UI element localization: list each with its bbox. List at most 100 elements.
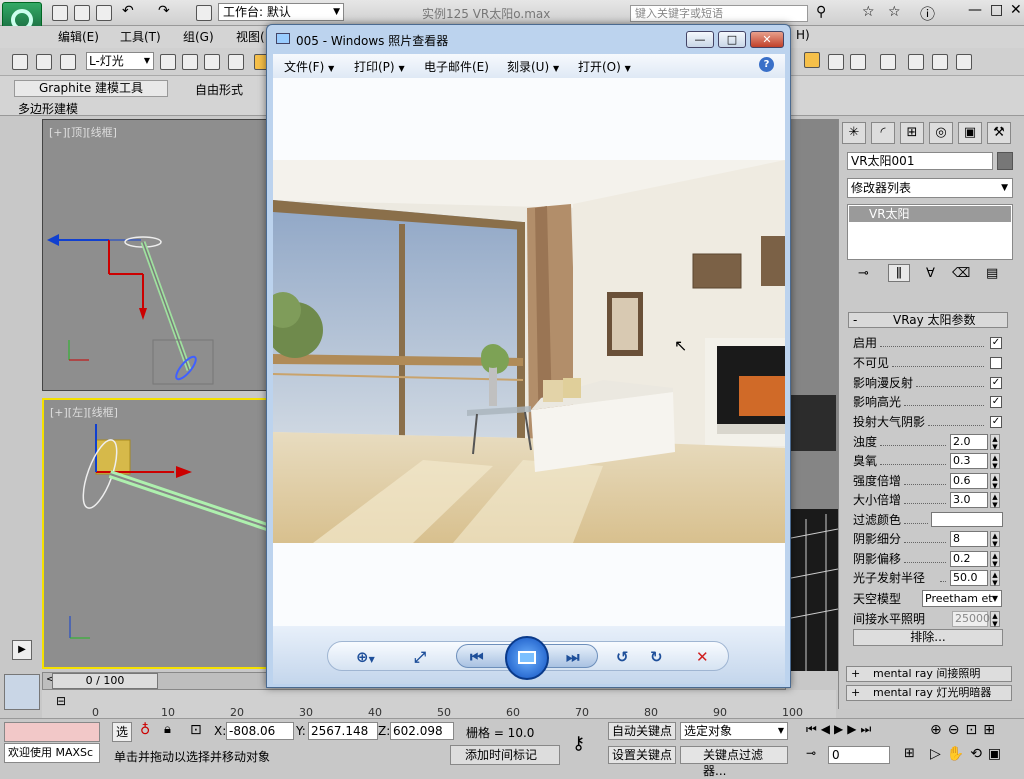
make-unique-icon[interactable]: ∀ bbox=[926, 266, 935, 281]
selection-filter-dropdown[interactable]: L-灯光 ▼ bbox=[86, 52, 154, 70]
polygon-modeling-label[interactable]: 多边形建模 bbox=[18, 100, 78, 117]
actual-size-icon[interactable]: ⤢ bbox=[414, 648, 426, 666]
modifier-stack-item[interactable]: VR太阳 bbox=[849, 206, 1011, 222]
create-tab-icon[interactable]: ✳ bbox=[842, 122, 866, 144]
pv-menu-print[interactable]: 打印(P) ▼ bbox=[354, 58, 405, 75]
menu-tools[interactable]: 工具(T) bbox=[120, 28, 161, 45]
show-end-result-icon[interactable]: ǁ bbox=[888, 264, 910, 282]
maximize-icon[interactable]: □ bbox=[990, 2, 1003, 18]
binoculars-icon[interactable]: ⚲ bbox=[816, 4, 826, 20]
select-object-icon[interactable] bbox=[160, 54, 176, 70]
spinner-arrows-icon[interactable]: ▲ ▼ bbox=[990, 570, 1000, 587]
close-icon[interactable]: ✕ bbox=[1010, 2, 1022, 18]
next-icon[interactable]: ⏭ bbox=[566, 648, 580, 666]
window-crossing-icon[interactable] bbox=[228, 54, 244, 70]
key-mode-icon[interactable]: ⊟ bbox=[56, 694, 66, 708]
maximize-icon[interactable]: □ bbox=[718, 31, 746, 48]
tab-freeform[interactable]: 自由形式 bbox=[195, 81, 243, 98]
viewport-nav-row1[interactable]: ⊕⊖⊡⊞ bbox=[930, 722, 1001, 738]
configure-sets-icon[interactable]: ▤ bbox=[986, 266, 998, 281]
align-icon[interactable] bbox=[850, 54, 866, 70]
time-config-icon[interactable]: ⊞ bbox=[904, 746, 915, 761]
spinner-arrows-icon[interactable]: ▲ ▼ bbox=[990, 434, 1000, 451]
select-by-name-icon[interactable] bbox=[182, 54, 198, 70]
size-mult-spinner[interactable]: 3.0 bbox=[950, 492, 988, 508]
open-file-icon[interactable] bbox=[74, 5, 90, 21]
viewport-top[interactable]: [+][顶][线框] bbox=[42, 119, 272, 391]
shadow-subdivs-spinner[interactable]: 8 bbox=[950, 531, 988, 547]
pin-stack-icon[interactable]: ⊸ bbox=[858, 266, 869, 281]
zoom-icon[interactable]: ⊕▼ bbox=[356, 648, 375, 666]
remove-modifier-icon[interactable]: ⌫ bbox=[952, 266, 970, 281]
redo-icon[interactable]: ↷ bbox=[158, 3, 170, 19]
search-input[interactable]: 键入关键字或短语 bbox=[630, 5, 808, 22]
slideshow-icon[interactable] bbox=[505, 636, 549, 680]
mini-curve-editor-icon[interactable] bbox=[4, 674, 40, 710]
workspace-dropdown[interactable]: 工作台: 默认 ▼ bbox=[218, 3, 344, 21]
hierarchy-tab-icon[interactable]: ⊞ bbox=[900, 122, 924, 144]
time-slider-knob[interactable]: 0 / 100 bbox=[52, 673, 158, 689]
project-folder-icon[interactable] bbox=[196, 5, 212, 21]
playback-controls[interactable]: ⏮◀▶▶⏭ bbox=[806, 722, 875, 737]
viewport-nav-row2[interactable]: ▷✋⟲▣ bbox=[930, 746, 1007, 762]
spinner-arrows-icon[interactable]: ▲ ▼ bbox=[990, 473, 1000, 490]
shadow-bias-spinner[interactable]: 0.2 bbox=[950, 551, 988, 567]
intensity-mult-spinner[interactable]: 0.6 bbox=[950, 473, 988, 489]
unlink-icon[interactable] bbox=[36, 54, 52, 70]
delete-icon[interactable]: ✕ bbox=[696, 648, 709, 666]
photon-radius-spinner[interactable]: 50.0 bbox=[950, 570, 988, 586]
menu-view[interactable]: 视图( bbox=[236, 28, 265, 45]
star-icon[interactable]: ☆ bbox=[888, 4, 901, 20]
render-setup-icon[interactable] bbox=[956, 54, 972, 70]
menu-help[interactable]: H) bbox=[796, 28, 810, 42]
close-icon[interactable]: ✕ bbox=[750, 31, 784, 48]
key-icon[interactable]: ⚷ bbox=[572, 733, 585, 754]
key-mode-toggle-icon[interactable]: ⊸ bbox=[806, 746, 816, 760]
material-editor-icon[interactable] bbox=[932, 54, 948, 70]
spinner-arrows-icon[interactable]: ▲ ▼ bbox=[990, 531, 1000, 548]
utilities-tab-icon[interactable]: ⚒ bbox=[987, 122, 1011, 144]
modify-tab-icon[interactable]: ◜ bbox=[871, 122, 895, 144]
mental-ray-indirect-rollout[interactable]: + mental ray 间接照明 bbox=[846, 666, 1012, 682]
play-icon[interactable]: ▶ bbox=[12, 640, 32, 660]
absolute-mode-icon[interactable]: ⊡ bbox=[190, 722, 202, 738]
set-key-button[interactable]: 设置关键点 bbox=[608, 746, 677, 764]
turbidity-spinner[interactable]: 2.0 bbox=[950, 434, 988, 450]
named-selection-icon[interactable] bbox=[804, 52, 820, 68]
checkbox-invisible[interactable] bbox=[990, 357, 1002, 369]
menu-group[interactable]: 组(G) bbox=[183, 28, 214, 45]
current-frame-field[interactable]: 0 bbox=[828, 746, 890, 764]
new-file-icon[interactable] bbox=[52, 5, 68, 21]
help-icon[interactable]: ? bbox=[759, 57, 774, 72]
vray-sun-rollout-header[interactable]: - VRay 太阳参数 bbox=[848, 312, 1008, 328]
selection-lock-toggle[interactable]: 选 bbox=[112, 722, 132, 742]
object-name-field[interactable]: VR太阳001 bbox=[847, 152, 993, 170]
previous-icon[interactable]: ⏮ bbox=[470, 648, 484, 666]
maxscript-listener-output[interactable] bbox=[4, 722, 100, 742]
checkbox-affect-specular[interactable]: ✓ bbox=[990, 396, 1002, 408]
spinner-arrows-icon[interactable]: ▲ ▼ bbox=[990, 551, 1000, 568]
spinner-arrows-icon[interactable]: ▲ ▼ bbox=[990, 492, 1000, 509]
spinner-arrows-icon[interactable]: ▲ ▼ bbox=[990, 453, 1000, 470]
checkbox-cast-atmo-shadows[interactable]: ✓ bbox=[990, 416, 1002, 428]
rotate-ccw-icon[interactable]: ↺ bbox=[616, 648, 629, 666]
sky-model-dropdown[interactable]: Preetham et ▼ bbox=[922, 590, 1002, 607]
motion-tab-icon[interactable]: ◎ bbox=[929, 122, 953, 144]
filter-color-swatch[interactable] bbox=[931, 512, 1003, 527]
help-icon[interactable]: ⓘ bbox=[920, 3, 935, 24]
object-color-swatch[interactable] bbox=[997, 152, 1013, 170]
isolate-icon[interactable]: ♁ bbox=[140, 722, 150, 738]
mirror-icon[interactable] bbox=[828, 54, 844, 70]
z-coordinate-field[interactable]: 602.098 bbox=[390, 722, 454, 740]
layer-manager-icon[interactable] bbox=[880, 54, 896, 70]
mental-ray-shader-rollout[interactable]: + mental ray 灯光明暗器 bbox=[846, 685, 1012, 701]
curve-editor-icon[interactable] bbox=[908, 54, 924, 70]
pv-menu-burn[interactable]: 刻录(U) ▼ bbox=[507, 58, 559, 75]
ozone-spinner[interactable]: 0.3 bbox=[950, 453, 988, 469]
rotate-cw-icon[interactable]: ↻ bbox=[650, 648, 663, 666]
save-file-icon[interactable] bbox=[96, 5, 112, 21]
checkbox-enabled[interactable]: ✓ bbox=[990, 337, 1002, 349]
y-coordinate-field[interactable]: 2567.148 bbox=[308, 722, 378, 740]
pv-menu-file[interactable]: 文件(F) ▼ bbox=[284, 58, 334, 75]
minimize-icon[interactable]: — bbox=[686, 31, 714, 48]
